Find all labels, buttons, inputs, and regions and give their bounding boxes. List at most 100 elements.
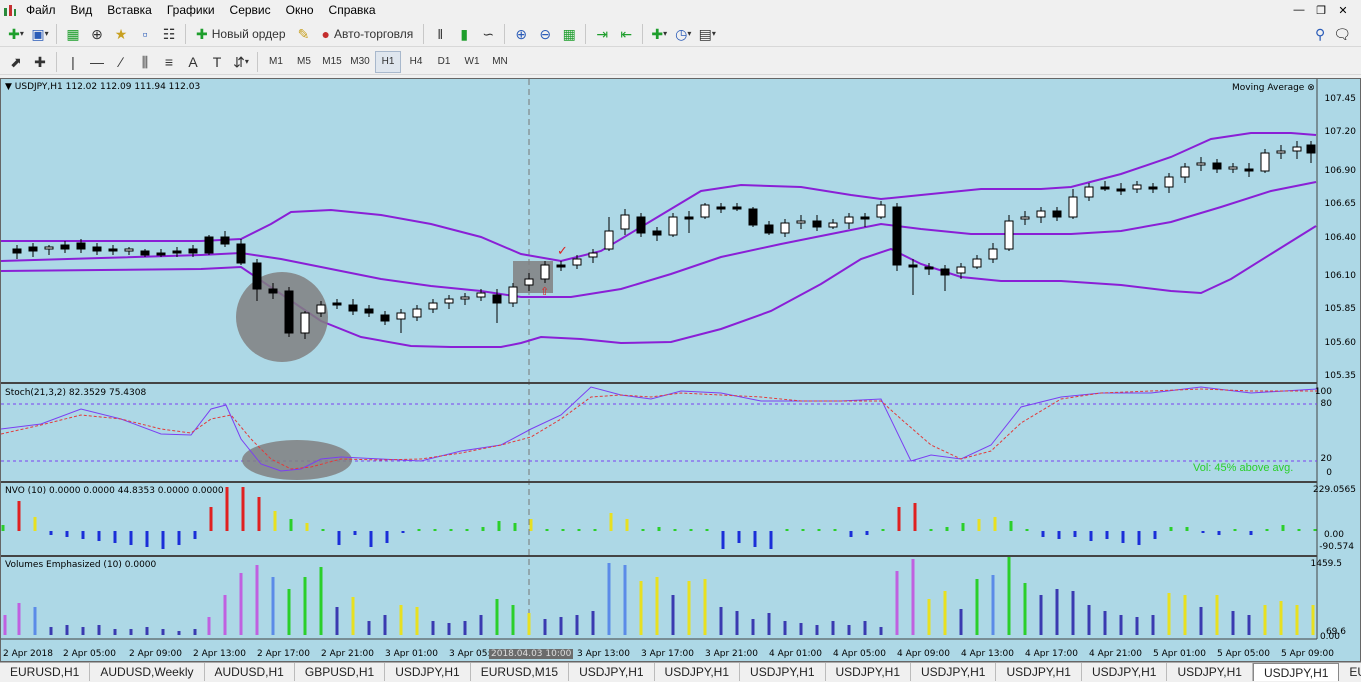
timeframe-w1[interactable]: W1 xyxy=(459,51,485,73)
volume-level: 1459.5 xyxy=(1310,559,1343,569)
chart-tab[interactable]: EURUSD,M15 xyxy=(471,663,570,681)
text-button[interactable]: A xyxy=(182,51,204,73)
timeframe-m1[interactable]: M1 xyxy=(263,51,289,73)
chart-tab[interactable]: AUDUSD,Weekly xyxy=(90,663,205,681)
candle-body xyxy=(1100,186,1110,190)
cursor-button[interactable]: ⬈ xyxy=(5,51,27,73)
chart-tab[interactable]: USDJPY,H1 xyxy=(569,663,655,681)
menu-tools[interactable]: Сервис xyxy=(224,0,280,20)
candle-body xyxy=(284,290,294,334)
vertical-line-button[interactable]: | xyxy=(62,51,84,73)
time-label: 5 Apr 05:00 xyxy=(1217,649,1270,659)
autotrading-button[interactable]: ● Авто-торговля xyxy=(317,23,419,45)
candle-body xyxy=(12,248,22,254)
fibonacci-button[interactable]: ≡ xyxy=(158,51,180,73)
lower-band xyxy=(1,225,1317,348)
chart-tab[interactable]: USDJPY,H1 xyxy=(826,663,911,681)
auto-scroll-button[interactable]: ⇥ xyxy=(591,23,613,45)
chat-icon[interactable]: 🗨 xyxy=(1333,27,1351,41)
toolbar-separator xyxy=(56,23,57,44)
zoom-in-button[interactable]: ⊕ xyxy=(510,23,532,45)
app-icon[interactable] xyxy=(0,0,20,20)
text-label-button[interactable]: T xyxy=(206,51,228,73)
timeframe-d1[interactable]: D1 xyxy=(431,51,457,73)
chart-tab[interactable]: AUDUSD,H1 xyxy=(205,663,295,681)
channel-button[interactable]: ⫼ xyxy=(134,51,156,73)
close-icon[interactable]: ✕ xyxy=(1335,4,1351,17)
tester-button[interactable]: ☷ xyxy=(158,23,180,45)
navigator-button[interactable]: ★ xyxy=(110,23,132,45)
chart-tab[interactable]: USDJPY,H1 xyxy=(996,663,1082,681)
timeframe-h4[interactable]: H4 xyxy=(403,51,429,73)
menu-window[interactable]: Окно xyxy=(280,0,323,20)
timeframe-h1[interactable]: H1 xyxy=(375,50,401,73)
bar-chart-button[interactable]: ‖ xyxy=(429,23,451,45)
minimize-icon[interactable]: — xyxy=(1291,4,1307,17)
cursor-time-label: 2018.04.03 10:00 xyxy=(489,649,574,659)
indicators-button[interactable]: ✚ ▾ xyxy=(648,23,670,45)
crosshair-icon: ✚ xyxy=(34,53,46,70)
toolbar-separator xyxy=(585,23,587,44)
candle-body xyxy=(924,266,934,270)
zoom-out-button[interactable]: ⊖ xyxy=(534,23,556,45)
metaeditor-button[interactable]: ✎ xyxy=(293,23,315,45)
arrows-icon: ⇵ xyxy=(233,53,245,70)
candle-body xyxy=(44,246,54,250)
data-window-button[interactable]: ⊕ xyxy=(86,23,108,45)
timeframe-m5[interactable]: M5 xyxy=(291,51,317,73)
candle-body xyxy=(1020,216,1030,220)
editor-icon: ✎ xyxy=(297,25,310,42)
timeframe-mn[interactable]: MN xyxy=(487,51,513,73)
chart-shift-icon: ⇤ xyxy=(620,25,633,42)
crosshair-button[interactable]: ✚ xyxy=(29,51,51,73)
menu-help[interactable]: Справка xyxy=(323,0,385,20)
toolbar-separator xyxy=(504,23,506,44)
arrows-button[interactable]: ⇵ ▾ xyxy=(230,51,252,73)
candle-body xyxy=(988,248,998,260)
chart-tab[interactable]: GBPUSD,H1 xyxy=(295,663,386,681)
time-label: 3 Apr 17:00 xyxy=(641,649,694,659)
menu-charts[interactable]: Графики xyxy=(161,0,224,20)
profiles-button[interactable]: ▣ ▾ xyxy=(29,23,51,45)
chart-tab[interactable]: USDJPY,H1 xyxy=(911,663,997,681)
chart-tab[interactable]: EURUSD,H xyxy=(1339,663,1361,681)
symbol-menu-icon[interactable]: ▼ xyxy=(5,82,12,92)
new-chart-button[interactable]: ✚ ▾ xyxy=(5,23,27,45)
timeframe-m30[interactable]: M30 xyxy=(347,51,373,73)
candle-body xyxy=(236,243,246,264)
zoom-out-icon: ⊖ xyxy=(539,25,552,42)
menu-file[interactable]: Файл xyxy=(20,0,65,20)
templates-button[interactable]: ▤ ▾ xyxy=(696,23,718,45)
candle-body xyxy=(780,222,790,234)
timeframe-m15[interactable]: M15 xyxy=(319,51,345,73)
terminal-button[interactable]: ▫ xyxy=(134,23,156,45)
chart-window[interactable]: ✓ ⇧ ▼ USDJPY,H1 112.02 112.09 111.94 112.… xyxy=(0,78,1361,662)
chart-tab[interactable]: USDJPY,H1 xyxy=(1082,663,1168,681)
candle-body xyxy=(76,242,86,250)
chart-tab[interactable]: USDJPY,H1 xyxy=(655,663,741,681)
restore-icon[interactable]: ❐ xyxy=(1313,4,1329,17)
chart-header-text: USDJPY,H1 112.02 112.09 111.94 112.03 xyxy=(14,82,201,92)
chart-tab[interactable]: USDJPY,H1 xyxy=(740,663,826,681)
trendline-button[interactable]: ∕ xyxy=(110,51,132,73)
tile-windows-button[interactable]: ▦ xyxy=(558,23,580,45)
close-indicator-icon[interactable]: ⊗ xyxy=(1307,83,1315,93)
chart-tab[interactable]: USDJPY,H1 xyxy=(385,663,471,681)
chart-tab[interactable]: USDJPY,H1 xyxy=(1252,663,1340,681)
chart-tab[interactable]: EURUSD,H1 xyxy=(0,663,91,681)
trendline-icon: ∕ xyxy=(119,53,123,70)
candlestick-button[interactable]: ▮ xyxy=(453,23,475,45)
line-chart-button[interactable]: ∽ xyxy=(477,23,499,45)
menu-insert[interactable]: Вставка xyxy=(101,0,161,20)
periods-button[interactable]: ◷ ▾ xyxy=(672,23,694,45)
candle-body xyxy=(1068,196,1078,218)
chart-shift-button[interactable]: ⇤ xyxy=(615,23,637,45)
chart-tab[interactable]: USDJPY,H1 xyxy=(1167,663,1253,681)
search-icon[interactable]: ⚲ xyxy=(1315,27,1325,41)
menu-view[interactable]: Вид xyxy=(65,0,102,20)
market-watch-button[interactable]: ▦ xyxy=(62,23,84,45)
candle-body xyxy=(828,222,838,228)
candle-body xyxy=(156,252,166,256)
new-order-button[interactable]: ✚ Новый ордер xyxy=(191,23,291,45)
horizontal-line-button[interactable]: — xyxy=(86,51,108,73)
